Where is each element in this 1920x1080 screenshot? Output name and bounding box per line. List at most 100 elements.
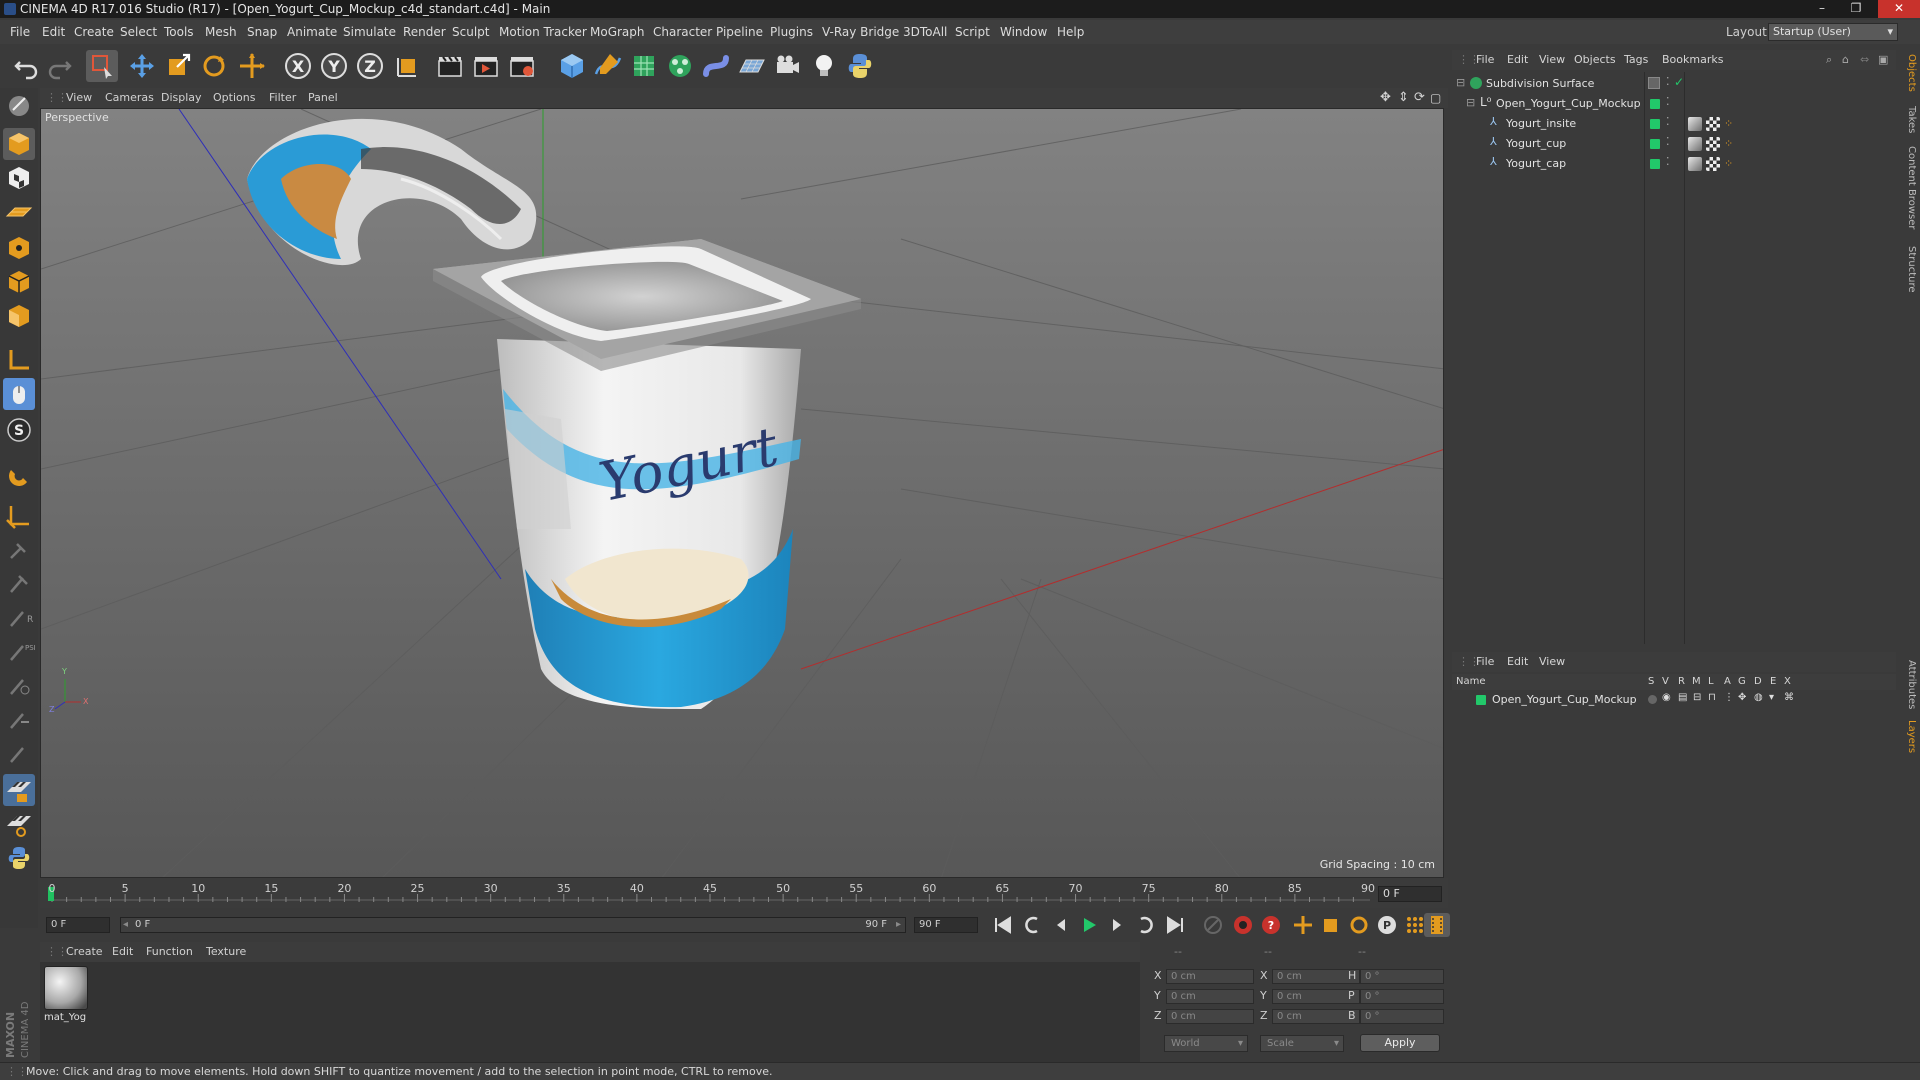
object-row-open-yogurt-cup-mockup[interactable]: ⊟ L⁰ Open_Yogurt_Cup_Mockup ⁚	[1452, 94, 1896, 114]
uvw-tag-icon[interactable]	[1706, 137, 1720, 151]
key-position-button[interactable]	[1290, 913, 1316, 937]
tree-collapse-icon[interactable]: ⊟	[1466, 96, 1475, 109]
menu-tools[interactable]: Tools	[164, 20, 194, 44]
range-right-arrow[interactable]: ▸	[896, 918, 901, 932]
object-menu-objects[interactable]: Objects	[1574, 50, 1616, 70]
layer-col-deformers[interactable]: D	[1754, 674, 1762, 690]
size-z-field[interactable]: 0 cm	[1272, 1009, 1360, 1024]
menu-motion-tracker[interactable]: Motion Tracker	[499, 20, 587, 44]
eye-icon[interactable]: ◉	[1662, 692, 1671, 703]
solo-toggle-icon[interactable]	[1648, 695, 1657, 704]
viewport-menu-display[interactable]: Display	[161, 88, 202, 108]
material-tag-icon[interactable]	[1688, 137, 1702, 151]
tab-structure[interactable]: Structure	[1901, 246, 1917, 293]
position-x-field[interactable]: 0 cm	[1166, 969, 1254, 984]
python-script-button[interactable]	[844, 50, 876, 82]
render-picture-viewer-button[interactable]	[470, 50, 502, 82]
record-button[interactable]	[1230, 913, 1256, 937]
menu-mesh[interactable]: Mesh	[205, 20, 237, 44]
texture-tool-button[interactable]	[3, 774, 35, 806]
key-rotation-button[interactable]	[1346, 913, 1372, 937]
material-thumbnail[interactable]	[44, 966, 88, 1010]
make-editable-button[interactable]	[3, 90, 35, 122]
material-menu-edit[interactable]: Edit	[112, 942, 133, 962]
layer-col-render[interactable]: R	[1678, 674, 1685, 690]
phong-tag-icon[interactable]: ⁘	[1724, 137, 1738, 151]
tab-attributes[interactable]: Attributes	[1901, 660, 1917, 709]
material-tag-icon[interactable]	[1688, 157, 1702, 171]
extrude-tool-button[interactable]: R	[3, 602, 35, 634]
object-name[interactable]: Yogurt_insite	[1506, 117, 1576, 130]
redo-button[interactable]	[44, 50, 76, 82]
object-menu-bookmarks[interactable]: Bookmarks	[1662, 50, 1723, 70]
lock-icon[interactable]: ⊓	[1708, 692, 1716, 703]
object-name[interactable]: Yogurt_cap	[1506, 157, 1566, 170]
current-frame-field[interactable]: 0 F	[1378, 886, 1442, 902]
layer-color-swatch[interactable]	[1650, 119, 1660, 129]
menu-vray-bridge[interactable]: V-Ray Bridge	[822, 20, 899, 44]
position-z-field[interactable]: 0 cm	[1166, 1009, 1254, 1024]
menu-window[interactable]: Window	[1000, 20, 1047, 44]
material-menu-create[interactable]: Create	[66, 942, 103, 962]
play-button[interactable]	[1076, 913, 1102, 937]
rotate-tool-button[interactable]	[198, 50, 230, 82]
xref-icon[interactable]: ⌘	[1784, 692, 1794, 703]
menu-help[interactable]: Help	[1057, 20, 1084, 44]
size-y-field[interactable]: 0 cm	[1272, 989, 1360, 1004]
object-menu-file[interactable]: File	[1476, 50, 1494, 70]
menu-file[interactable]: File	[10, 20, 30, 44]
cloner-button[interactable]	[664, 50, 696, 82]
viewport[interactable]: Yogurt Perspective Y X Z Grid Spacing :	[40, 108, 1444, 878]
object-row-yogurt-cap[interactable]: ⅄ Yogurt_cap ⁚ ⁘	[1452, 154, 1896, 174]
viewport-menu-panel[interactable]: Panel	[308, 88, 338, 108]
layer-menu-view[interactable]: View	[1539, 652, 1565, 672]
next-key-button[interactable]	[1132, 913, 1158, 937]
extrude-inner-button[interactable]: PSR	[3, 636, 39, 668]
object-row-yogurt-insite[interactable]: ⅄ Yogurt_insite ⁚ ⁘	[1452, 114, 1896, 134]
layer-col-generators[interactable]: G	[1738, 674, 1746, 690]
material-tag-icon[interactable]	[1688, 117, 1702, 131]
render-view-button[interactable]	[434, 50, 466, 82]
uvw-tag-icon[interactable]	[1706, 157, 1720, 171]
floor-button[interactable]	[736, 50, 768, 82]
menu-create[interactable]: Create	[74, 20, 114, 44]
expression-icon[interactable]: ▾	[1769, 692, 1774, 703]
move-tool-button[interactable]	[126, 50, 158, 82]
subdivision-surface-button[interactable]	[628, 50, 660, 82]
visibility-dots-icon[interactable]: ⁚	[1666, 75, 1670, 88]
scale-tool-button[interactable]	[162, 50, 194, 82]
apply-button[interactable]: Apply	[1360, 1034, 1440, 1052]
object-name[interactable]: Yogurt_cup	[1506, 137, 1566, 150]
key-scale-button[interactable]	[1318, 913, 1344, 937]
transform-tool-button[interactable]	[236, 50, 268, 82]
layer-col-manager[interactable]: M	[1692, 674, 1701, 690]
deformer-icon[interactable]: ◍	[1754, 692, 1763, 703]
previous-frame-button[interactable]	[1048, 913, 1074, 937]
x-axis-lock-button[interactable]: X	[282, 50, 314, 82]
layer-col-solo[interactable]: S	[1648, 674, 1654, 690]
object-name[interactable]: Subdivision Surface	[1486, 77, 1594, 90]
next-frame-button[interactable]	[1104, 913, 1130, 937]
polygons-mode-button[interactable]	[3, 300, 35, 332]
rotation-b-field[interactable]: 0 °	[1360, 1009, 1444, 1024]
viewport-menu-options[interactable]: Options	[213, 88, 255, 108]
object-row-yogurt-cup[interactable]: ⅄ Yogurt_cup ⁚ ⁘	[1452, 134, 1896, 154]
start-frame-field[interactable]: 0 F	[46, 917, 110, 933]
material-menu-function[interactable]: Function	[146, 942, 193, 962]
record-keys-button[interactable]	[1200, 913, 1226, 937]
menu-snap[interactable]: Snap	[247, 20, 277, 44]
material-name[interactable]: mat_Yog	[44, 1012, 86, 1023]
cube-object-button[interactable]	[556, 50, 588, 82]
menu-mograph[interactable]: MoGraph	[590, 20, 645, 44]
visibility-dots-icon[interactable]: ⁚	[1666, 155, 1670, 168]
size-x-field[interactable]: 0 cm	[1272, 969, 1360, 984]
timeline[interactable]: 0 5 10 15 20 25 30 35 40 45 50 55 60 65 70 75 80 85 90 0 F	[40, 878, 1448, 908]
snapping-button[interactable]	[3, 460, 35, 492]
viewport-menu-cameras[interactable]: Cameras	[105, 88, 154, 108]
menu-edit[interactable]: Edit	[42, 20, 65, 44]
material-menu-texture[interactable]: Texture	[206, 942, 246, 962]
object-row-subdivision-surface[interactable]: ⊟ Subdivision Surface ⁚ ✓	[1452, 74, 1896, 94]
layer-color-swatch[interactable]	[1650, 159, 1660, 169]
pen-spline-button[interactable]	[592, 50, 624, 82]
menu-simulate[interactable]: Simulate	[343, 20, 396, 44]
